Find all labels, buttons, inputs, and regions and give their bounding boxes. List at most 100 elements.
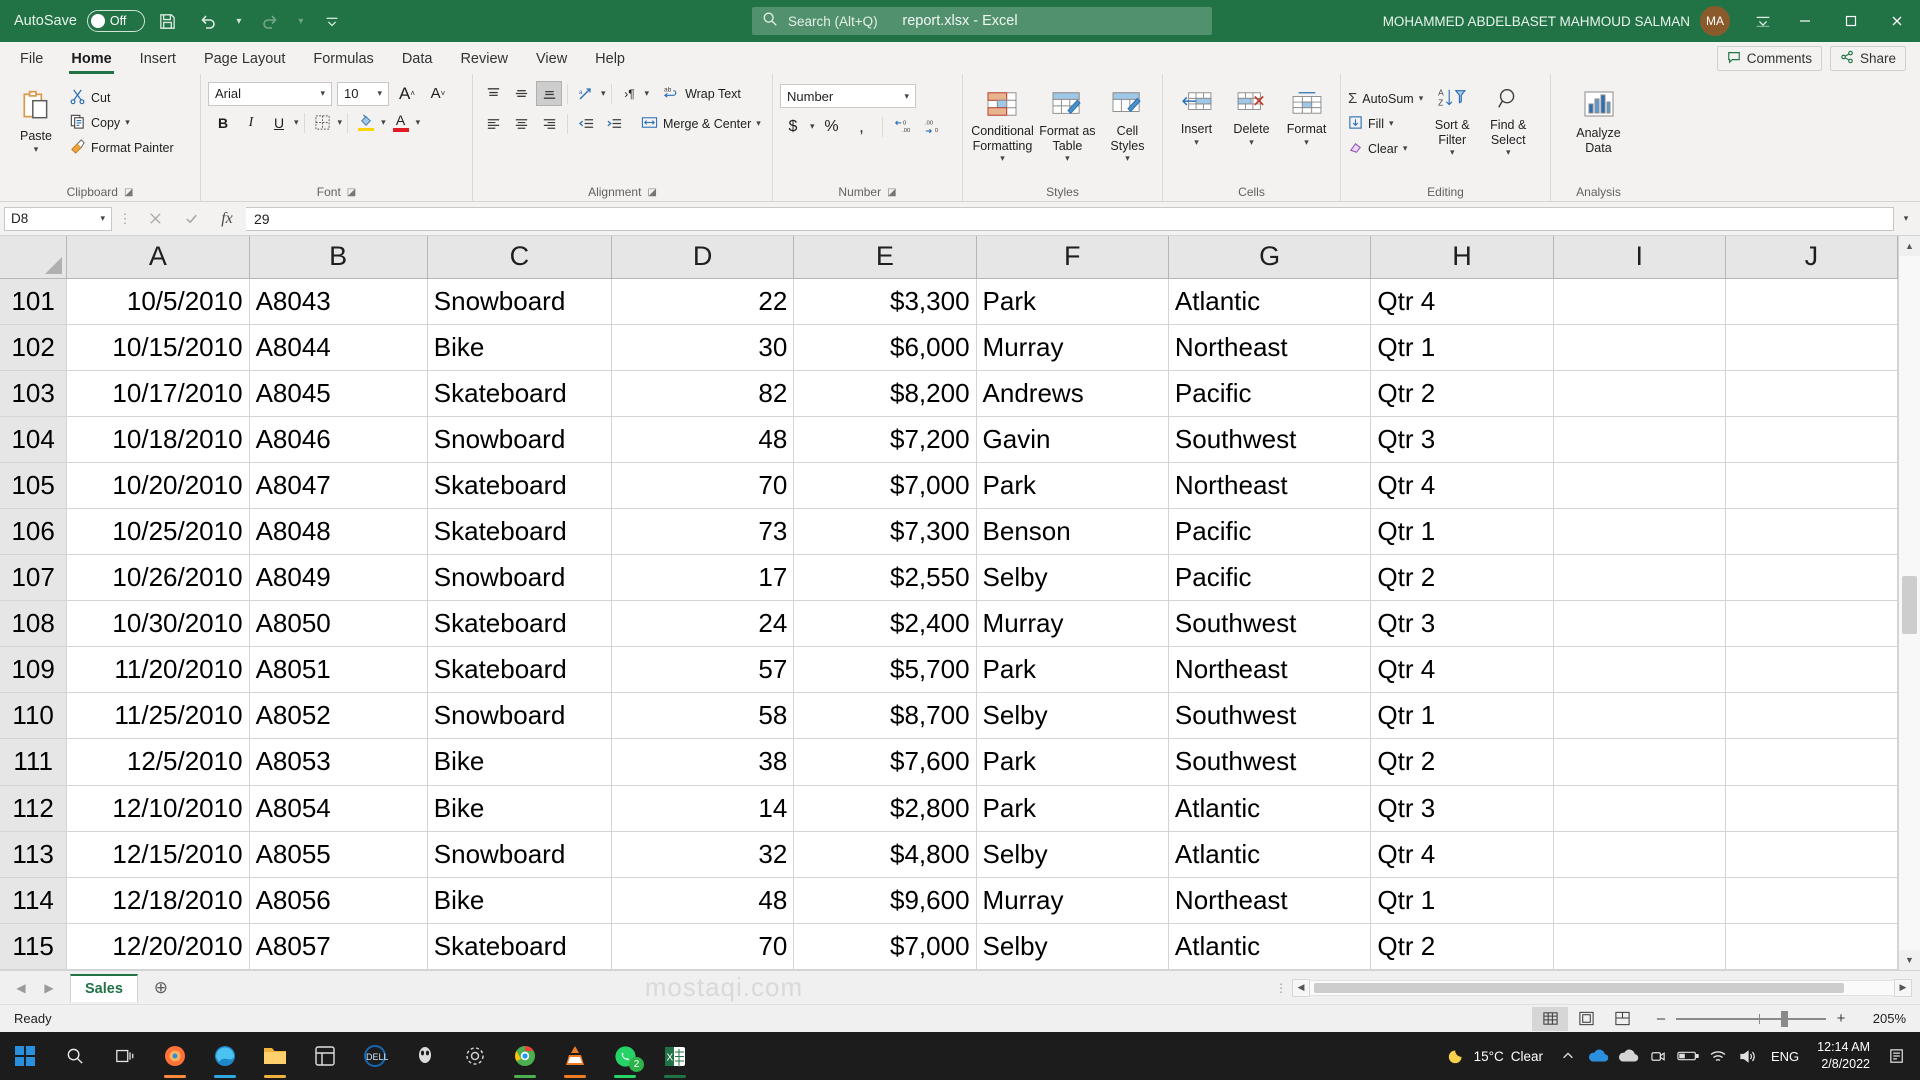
increase-decimal-icon[interactable]: 0 .00 <box>890 114 916 139</box>
horizontal-scrollbar[interactable]: ◀ ▶ <box>1292 977 1912 998</box>
table-cell[interactable]: 70 <box>611 462 795 509</box>
column-header-c[interactable]: C <box>427 236 613 279</box>
insert-cells-caret-icon[interactable]: ▾ <box>1194 137 1199 147</box>
merge-center-caret-icon[interactable]: ▾ <box>756 118 761 129</box>
copy-dropdown-caret-icon[interactable]: ▾ <box>125 117 130 128</box>
table-cell[interactable]: $7,000 <box>793 462 977 509</box>
table-cell[interactable]: Qtr 2 <box>1370 370 1554 417</box>
table-cell[interactable]: Bike <box>427 738 613 786</box>
table-cell[interactable] <box>1725 692 1899 740</box>
chrome-icon[interactable] <box>500 1032 550 1080</box>
horizontal-scroll-thumb[interactable] <box>1314 982 1844 993</box>
name-box-caret-icon[interactable]: ▾ <box>100 213 105 224</box>
decrease-decimal-icon[interactable]: .00 0 <box>920 114 946 139</box>
tab-help[interactable]: Help <box>581 44 639 74</box>
row-header[interactable]: 106 <box>0 508 68 556</box>
table-cell[interactable] <box>1553 278 1726 325</box>
column-header-h[interactable]: H <box>1370 236 1554 279</box>
table-cell[interactable] <box>1553 646 1726 694</box>
table-cell[interactable]: Qtr 3 <box>1370 785 1554 832</box>
volume-icon[interactable] <box>1733 1032 1763 1080</box>
delete-cells-caret-icon[interactable]: ▾ <box>1249 137 1254 147</box>
save-icon[interactable] <box>151 6 185 36</box>
table-cell[interactable] <box>1553 923 1726 970</box>
table-cell[interactable]: 70 <box>611 923 795 970</box>
table-cell[interactable]: 82 <box>611 370 795 417</box>
align-right-icon[interactable] <box>536 111 562 136</box>
table-row[interactable]: 113 12/15/2010 A8055 Snowboard 32 $4,800 Selby… <box>0 831 1899 878</box>
fill-caret-icon[interactable]: ▾ <box>1389 118 1394 129</box>
search-box[interactable]: Search (Alt+Q) <box>752 7 1212 35</box>
row-header[interactable]: 101 <box>0 278 68 325</box>
table-cell[interactable]: 48 <box>611 416 795 463</box>
format-as-table-caret-icon[interactable]: ▾ <box>1065 153 1070 163</box>
tab-file[interactable]: File <box>6 44 57 74</box>
table-row[interactable]: 108 10/30/2010 A8050 Skateboard 24 $2,400 Murr… <box>0 600 1899 648</box>
decrease-font-size-button[interactable]: A ˅ <box>425 81 451 106</box>
table-cell[interactable]: Snowboard <box>427 278 613 325</box>
cut-button[interactable]: Cut <box>69 85 174 110</box>
share-button[interactable]: Share <box>1829 46 1906 71</box>
table-cell[interactable] <box>1553 508 1726 556</box>
table-cell[interactable]: Qtr 4 <box>1370 462 1554 509</box>
underline-caret-icon[interactable]: ▾ <box>294 117 299 128</box>
table-cell[interactable]: A8049 <box>249 554 428 602</box>
table-cell[interactable]: Southwest <box>1168 692 1372 740</box>
table-cell[interactable]: 10/30/2010 <box>66 600 250 648</box>
insert-function-icon[interactable]: fx <box>210 207 244 231</box>
number-format-caret-icon[interactable]: ▾ <box>904 91 909 102</box>
zoom-slider-thumb[interactable] <box>1781 1010 1788 1027</box>
font-color-icon[interactable]: A <box>388 110 414 135</box>
cancel-icon[interactable] <box>138 207 172 231</box>
table-row[interactable]: 115 12/20/2010 A8057 Skateboard 70 $7,000 Selb… <box>0 923 1899 970</box>
add-sheet-button[interactable]: ⊕ <box>146 974 176 1002</box>
alignment-dialog-launcher-icon[interactable]: ◪ <box>647 187 656 198</box>
table-cell[interactable]: $7,200 <box>793 416 977 463</box>
align-center-icon[interactable] <box>508 111 534 136</box>
orientation-icon[interactable]: a <box>573 81 599 106</box>
table-cell[interactable] <box>1725 785 1899 832</box>
table-cell[interactable]: Park <box>976 278 1169 325</box>
table-cell[interactable]: Qtr 4 <box>1370 646 1554 694</box>
column-header-b[interactable]: B <box>249 236 428 279</box>
table-cell[interactable]: 73 <box>611 508 795 556</box>
percent-button[interactable]: % <box>819 114 845 139</box>
table-cell[interactable]: Bike <box>427 785 613 832</box>
clipboard-dialog-launcher-icon[interactable]: ◪ <box>124 187 133 198</box>
table-cell[interactable]: Murray <box>976 600 1169 648</box>
table-cell[interactable]: Qtr 1 <box>1370 692 1554 740</box>
table-cell[interactable]: $5,700 <box>793 646 977 694</box>
table-cell[interactable]: Qtr 4 <box>1370 278 1554 325</box>
column-header-a[interactable]: A <box>66 236 250 279</box>
user-account-name[interactable]: MOHAMMED ABDELBASET MAHMOUD SALMAN <box>1383 14 1690 29</box>
table-cell[interactable] <box>1553 324 1726 371</box>
currency-caret-icon[interactable]: ▾ <box>810 121 815 132</box>
autosum-caret-icon[interactable]: ▾ <box>1419 93 1424 104</box>
table-cell[interactable]: Skateboard <box>427 600 613 648</box>
zoom-in-button[interactable]: + <box>1834 1010 1848 1027</box>
column-header-i[interactable]: I <box>1553 236 1726 279</box>
format-cells-button[interactable]: Format ▾ <box>1280 86 1333 147</box>
undo-dropdown-caret-icon[interactable]: ▾ <box>231 6 247 36</box>
column-header-e[interactable]: E <box>793 236 977 279</box>
font-size-input[interactable]: 10 ▾ <box>337 81 389 106</box>
table-cell[interactable]: Selby <box>976 692 1169 740</box>
redo-dropdown-caret-icon[interactable]: ▾ <box>293 6 309 36</box>
table-cell[interactable]: Pacific <box>1168 554 1372 602</box>
table-cell[interactable]: 58 <box>611 692 795 740</box>
autosum-button[interactable]: Σ AutoSum ▾ <box>1348 86 1423 111</box>
tab-page-layout[interactable]: Page Layout <box>190 44 299 74</box>
comments-button[interactable]: Comments <box>1716 46 1822 71</box>
borders-caret-icon[interactable]: ▾ <box>338 117 343 128</box>
table-row[interactable]: 107 10/26/2010 A8049 Snowboard 17 $2,550 Selby… <box>0 554 1899 602</box>
table-row[interactable]: 104 10/18/2010 A8046 Snowboard 48 $7,200 Gavin… <box>0 416 1899 463</box>
table-cell[interactable]: A8055 <box>249 831 428 878</box>
table-cell[interactable]: Bike <box>427 324 613 371</box>
table-cell[interactable]: 12/20/2010 <box>66 923 250 970</box>
table-cell[interactable]: Selby <box>976 831 1169 878</box>
table-cell[interactable]: Skateboard <box>427 370 613 417</box>
table-cell[interactable]: Qtr 3 <box>1370 600 1554 648</box>
language-indicator[interactable]: ENG <box>1763 1049 1807 1064</box>
row-header[interactable]: 110 <box>0 692 68 740</box>
table-row[interactable]: 114 12/18/2010 A8056 Bike 48 $9,600 Murray Nort… <box>0 877 1899 924</box>
